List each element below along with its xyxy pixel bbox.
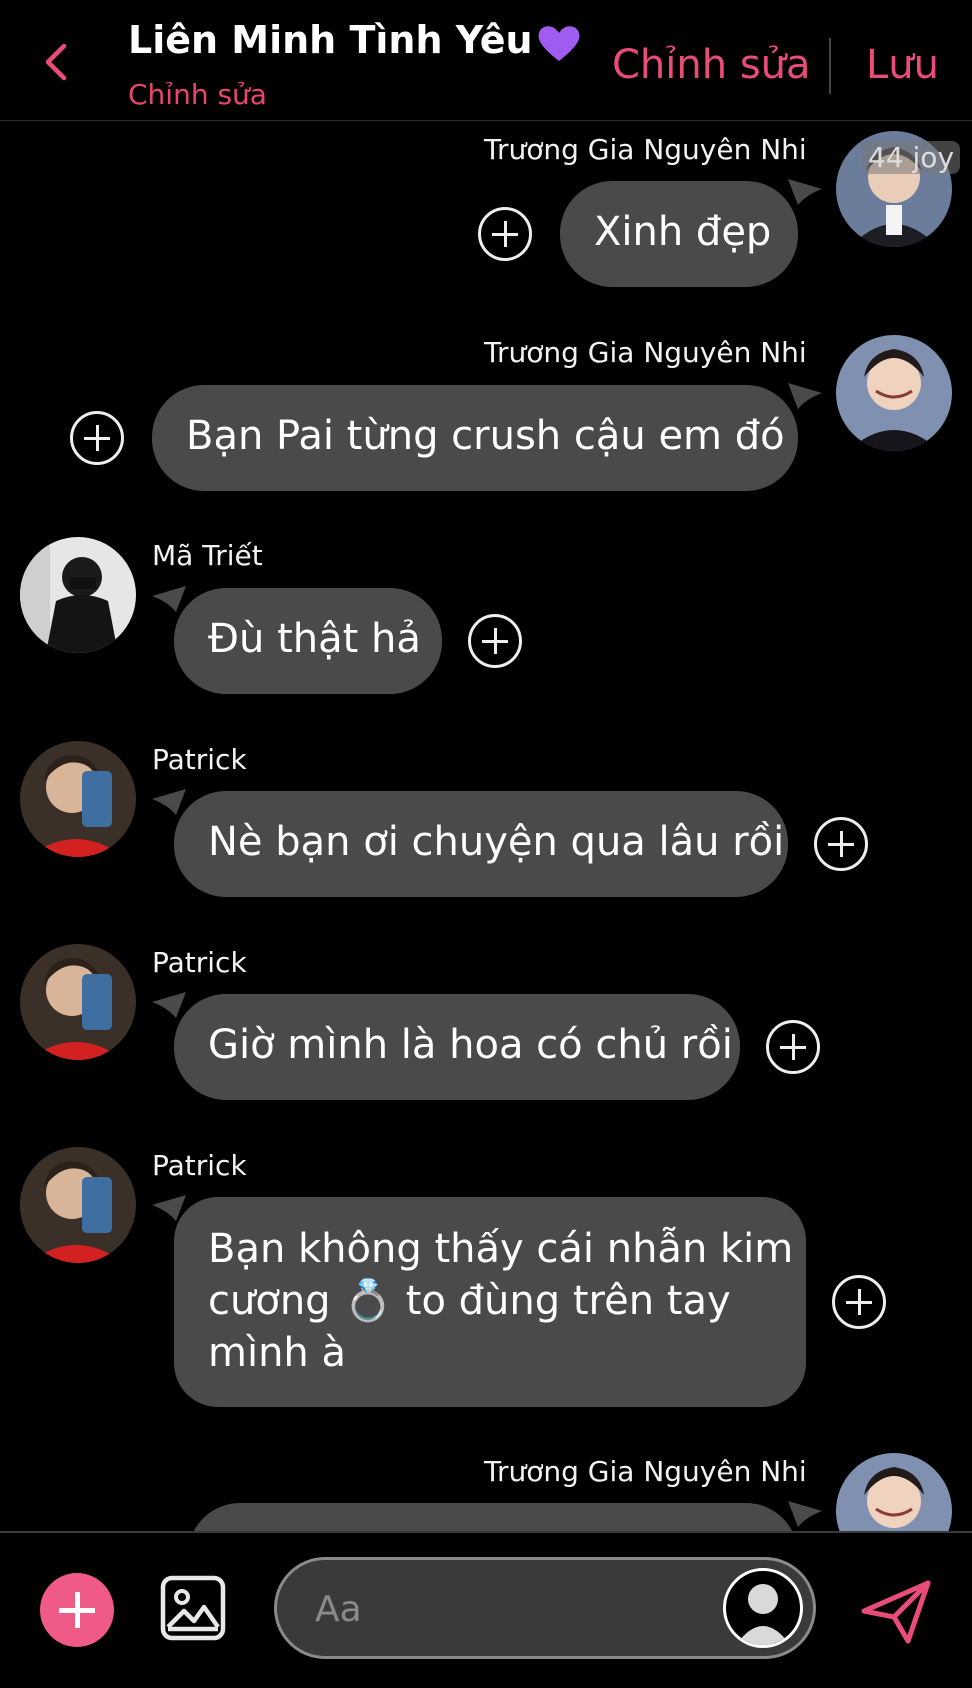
add-button[interactable] bbox=[40, 1573, 114, 1647]
sender-name: Trương Gia Nguyên Nhi bbox=[484, 1455, 807, 1488]
chat-title-text: Liên Minh Tình Yêu bbox=[128, 18, 533, 62]
composer-bar bbox=[0, 1531, 972, 1688]
avatar[interactable] bbox=[20, 944, 136, 1060]
message-text: Xinh đẹp bbox=[594, 209, 772, 255]
bubble-tail bbox=[152, 789, 186, 815]
header-divider bbox=[829, 38, 831, 94]
message-bubble[interactable]: Bạn không thấy cái nhẫn kim cương 💍 to đ… bbox=[174, 1197, 806, 1407]
user-silhouette-icon[interactable] bbox=[723, 1568, 803, 1648]
message-text: Nè bạn ơi chuyện qua lâu rồi bbox=[208, 819, 785, 865]
message-bubble[interactable] bbox=[188, 1503, 798, 1531]
send-icon[interactable] bbox=[858, 1577, 934, 1647]
chat-header: Liên Minh Tình Yêu Chỉnh sửa Chỉnh sửa L… bbox=[0, 0, 972, 121]
bubble-tail bbox=[788, 1501, 822, 1527]
add-reaction-button[interactable] bbox=[814, 817, 868, 871]
sender-name: Patrick bbox=[152, 1149, 247, 1182]
sender-name: Patrick bbox=[152, 946, 247, 979]
message-bubble[interactable]: Đù thật hả bbox=[174, 588, 442, 694]
message-text: Giờ mình là hoa có chủ rồi bbox=[208, 1022, 733, 1068]
save-button[interactable]: Lưu bbox=[866, 42, 939, 88]
avatar[interactable] bbox=[20, 537, 136, 653]
add-reaction-button[interactable] bbox=[478, 207, 532, 261]
purple-heart-icon bbox=[538, 25, 580, 61]
bubble-tail bbox=[152, 992, 186, 1018]
message-input[interactable] bbox=[313, 1580, 697, 1638]
add-reaction-button[interactable] bbox=[832, 1275, 886, 1329]
add-reaction-button[interactable] bbox=[766, 1020, 820, 1074]
sender-name: Trương Gia Nguyên Nhi bbox=[484, 336, 807, 369]
sender-name: Patrick bbox=[152, 743, 247, 776]
bubble-tail bbox=[152, 1195, 186, 1221]
add-reaction-button[interactable] bbox=[468, 614, 522, 668]
chat-title[interactable]: Liên Minh Tình Yêu bbox=[128, 18, 581, 63]
bubble-tail bbox=[152, 586, 186, 612]
add-reaction-button[interactable] bbox=[70, 411, 124, 465]
back-chevron-icon[interactable] bbox=[38, 42, 78, 82]
message-input-wrapper[interactable] bbox=[274, 1557, 816, 1659]
sender-name: Trương Gia Nguyên Nhi bbox=[484, 133, 807, 166]
watermark: 44 joy bbox=[862, 141, 961, 174]
sender-name: Mã Triết bbox=[152, 539, 263, 572]
message-list[interactable]: Trương Gia Nguyên Nhi 44 joy Xinh đẹp Tr… bbox=[0, 121, 972, 1531]
message-text-line: cương 💍 to đùng trên tay bbox=[208, 1278, 731, 1324]
bubble-tail bbox=[788, 383, 822, 409]
message-bubble[interactable]: Bạn Pai từng crush cậu em đó bbox=[152, 385, 798, 491]
avatar[interactable] bbox=[836, 1453, 952, 1531]
message-text-line: mình à bbox=[208, 1330, 347, 1376]
message-bubble[interactable]: Nè bạn ơi chuyện qua lâu rồi bbox=[174, 791, 788, 897]
avatar[interactable] bbox=[836, 335, 952, 451]
chat-subtitle[interactable]: Chỉnh sửa bbox=[128, 78, 267, 111]
avatar[interactable] bbox=[20, 1147, 136, 1263]
message-text: Bạn Pai từng crush cậu em đó bbox=[186, 413, 785, 459]
message-text: Đù thật hả bbox=[208, 616, 421, 662]
bubble-tail bbox=[788, 179, 822, 205]
message-bubble[interactable]: Xinh đẹp bbox=[560, 181, 798, 287]
image-icon[interactable] bbox=[160, 1575, 226, 1641]
message-bubble[interactable]: Giờ mình là hoa có chủ rồi bbox=[174, 994, 740, 1100]
message-text-line: Bạn không thấy cái nhẫn kim bbox=[208, 1226, 794, 1272]
edit-button[interactable]: Chỉnh sửa bbox=[612, 42, 811, 88]
avatar[interactable] bbox=[20, 741, 136, 857]
